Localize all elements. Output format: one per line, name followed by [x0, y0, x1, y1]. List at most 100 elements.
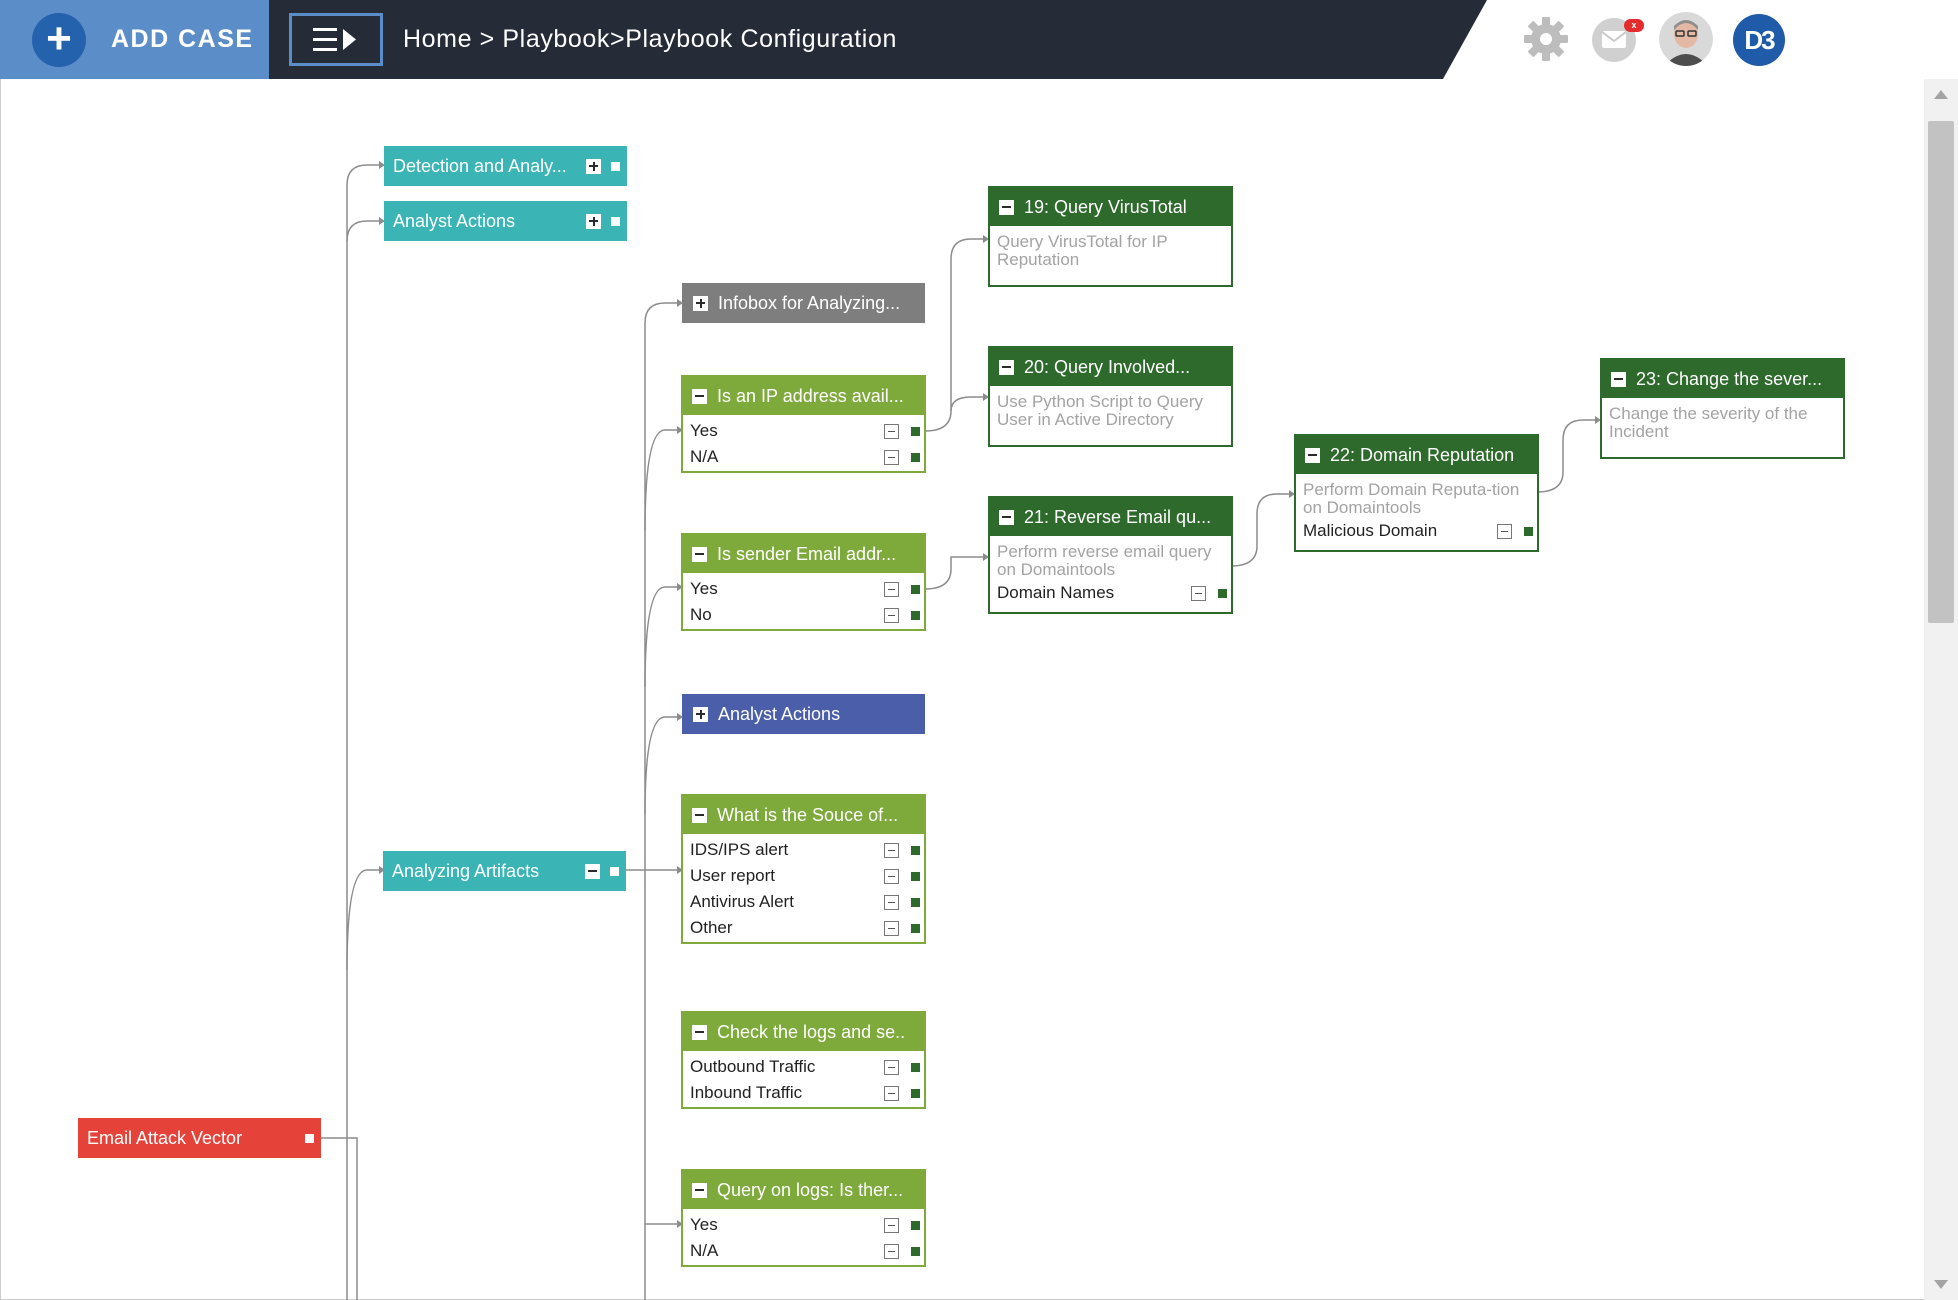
output-port[interactable]: [611, 216, 620, 226]
condition-option[interactable]: N/A: [683, 444, 924, 470]
avatar[interactable]: [1659, 12, 1713, 66]
node-sender-email-condition[interactable]: Is sender Email addr... Yes No: [681, 533, 926, 631]
node-analyst-actions-top[interactable]: Analyst Actions: [384, 201, 627, 241]
output-port[interactable]: [911, 923, 920, 933]
output-port[interactable]: [911, 426, 920, 436]
node-task-21[interactable]: 21: Reverse Email qu... Perform reverse …: [988, 496, 1233, 614]
collapse-icon[interactable]: [884, 607, 899, 623]
playbook-canvas[interactable]: Detection and Analy... Analyst Actions A…: [0, 79, 1924, 1300]
node-title: 22: Domain Reputation: [1330, 444, 1515, 465]
collapse-icon[interactable]: [692, 807, 707, 823]
collapse-icon[interactable]: [884, 894, 899, 910]
output-port[interactable]: [911, 452, 920, 462]
output-port[interactable]: [911, 1220, 920, 1230]
condition-option[interactable]: Yes: [683, 576, 924, 602]
expand-icon[interactable]: [693, 295, 708, 311]
collapse-icon[interactable]: [884, 581, 899, 597]
node-infobox[interactable]: Infobox for Analyzing...: [682, 283, 925, 323]
output-port[interactable]: [911, 1246, 920, 1256]
collapse-icon[interactable]: [692, 388, 707, 404]
node-email-attack-vector[interactable]: Email Attack Vector: [78, 1118, 321, 1158]
connector-lines: [321, 161, 1601, 1300]
collapse-icon[interactable]: [692, 1182, 707, 1198]
scroll-down-icon[interactable]: [1924, 1270, 1958, 1300]
node-task-20[interactable]: 20: Query Involved... Use Python Script …: [988, 346, 1233, 447]
add-case-button[interactable]: + ADD CASE: [0, 0, 269, 79]
collapse-icon[interactable]: [884, 449, 899, 465]
collapse-icon[interactable]: [884, 842, 899, 858]
task-output-option[interactable]: Malicious Domain: [1296, 517, 1537, 545]
collapse-icon[interactable]: [1191, 585, 1206, 601]
output-port[interactable]: [911, 871, 920, 881]
collapse-icon[interactable]: [1305, 447, 1320, 463]
node-title: What is the Souce of...: [717, 804, 899, 825]
gear-icon[interactable]: [1523, 16, 1569, 62]
condition-option[interactable]: Other: [683, 915, 924, 941]
collapse-icon[interactable]: [884, 1217, 899, 1233]
condition-option[interactable]: Antivirus Alert: [683, 889, 924, 915]
mail-icon[interactable]: x: [1590, 15, 1644, 63]
node-task-19[interactable]: 19: Query VirusTotal Query VirusTotal fo…: [988, 186, 1233, 287]
add-case-label: ADD CASE: [111, 25, 254, 53]
vertical-scrollbar[interactable]: [1924, 79, 1958, 1300]
task-description: Query VirusTotal for IP Reputation: [997, 232, 1168, 269]
collapse-icon[interactable]: [999, 359, 1014, 375]
collapse-icon[interactable]: [692, 546, 707, 562]
output-port[interactable]: [1218, 588, 1227, 598]
node-analyzing-artifacts[interactable]: Analyzing Artifacts: [383, 851, 626, 891]
condition-option[interactable]: IDS/IPS alert: [683, 837, 924, 863]
node-analyst-actions-mid[interactable]: Analyst Actions: [682, 694, 925, 734]
collapse-icon[interactable]: [999, 509, 1014, 525]
collapse-icon[interactable]: [884, 1243, 899, 1259]
condition-option[interactable]: Outbound Traffic: [683, 1054, 924, 1080]
collapse-icon[interactable]: [692, 1024, 707, 1040]
breadcrumb-playbook[interactable]: Playbook: [502, 25, 610, 54]
task-description: Change the severity of the Incident: [1609, 404, 1808, 441]
node-source-condition[interactable]: What is the Souce of... IDS/IPS alert Us…: [681, 794, 926, 944]
collapse-icon[interactable]: [884, 868, 899, 884]
output-port[interactable]: [911, 610, 920, 620]
scroll-up-icon[interactable]: [1924, 79, 1958, 109]
collapse-icon[interactable]: [1497, 523, 1512, 539]
output-port[interactable]: [305, 1133, 314, 1143]
output-port[interactable]: [911, 1062, 920, 1072]
task-output-option[interactable]: Domain Names: [990, 579, 1231, 607]
node-query-logs-condition[interactable]: Query on logs: Is ther... Yes N/A: [681, 1169, 926, 1267]
output-port[interactable]: [611, 161, 620, 171]
node-detection-and-analysis[interactable]: Detection and Analy...: [384, 146, 627, 186]
node-title: Is sender Email addr...: [717, 543, 897, 564]
node-task-23[interactable]: 23: Change the sever... Change the sever…: [1600, 358, 1845, 459]
output-port[interactable]: [911, 845, 920, 855]
node-ip-address-condition[interactable]: Is an IP address avail... Yes N/A: [681, 375, 926, 473]
collapse-icon[interactable]: [884, 920, 899, 936]
task-description: Perform reverse email query on Domaintoo…: [997, 542, 1212, 579]
output-port[interactable]: [911, 1088, 920, 1098]
condition-option[interactable]: No: [683, 602, 924, 628]
sidebar-toggle-button[interactable]: [289, 13, 383, 66]
collapse-icon[interactable]: [585, 863, 600, 879]
output-port[interactable]: [911, 897, 920, 907]
expand-icon[interactable]: [586, 213, 601, 229]
condition-option[interactable]: N/A: [683, 1238, 924, 1264]
scroll-thumb[interactable]: [1928, 121, 1954, 623]
notification-badge: x: [1624, 19, 1644, 32]
output-port[interactable]: [610, 866, 619, 876]
expand-icon[interactable]: [586, 158, 601, 174]
collapse-icon[interactable]: [884, 423, 899, 439]
breadcrumb-separator: >: [610, 25, 626, 53]
condition-option[interactable]: User report: [683, 863, 924, 889]
output-port[interactable]: [911, 584, 920, 594]
condition-option[interactable]: Inbound Traffic: [683, 1080, 924, 1106]
output-port[interactable]: [1524, 526, 1533, 536]
condition-option[interactable]: Yes: [683, 418, 924, 444]
collapse-icon[interactable]: [884, 1059, 899, 1075]
collapse-icon[interactable]: [1611, 371, 1626, 387]
node-check-logs-condition[interactable]: Check the logs and se.. Outbound Traffic…: [681, 1011, 926, 1109]
expand-icon[interactable]: [693, 706, 708, 722]
condition-option[interactable]: Yes: [683, 1212, 924, 1238]
collapse-icon[interactable]: [999, 199, 1014, 215]
collapse-icon[interactable]: [884, 1085, 899, 1101]
breadcrumb: Home > Playbook > Playbook Configuration: [403, 0, 897, 79]
node-task-22[interactable]: 22: Domain Reputation Perform Domain Rep…: [1294, 434, 1539, 552]
breadcrumb-home[interactable]: Home: [403, 25, 472, 54]
